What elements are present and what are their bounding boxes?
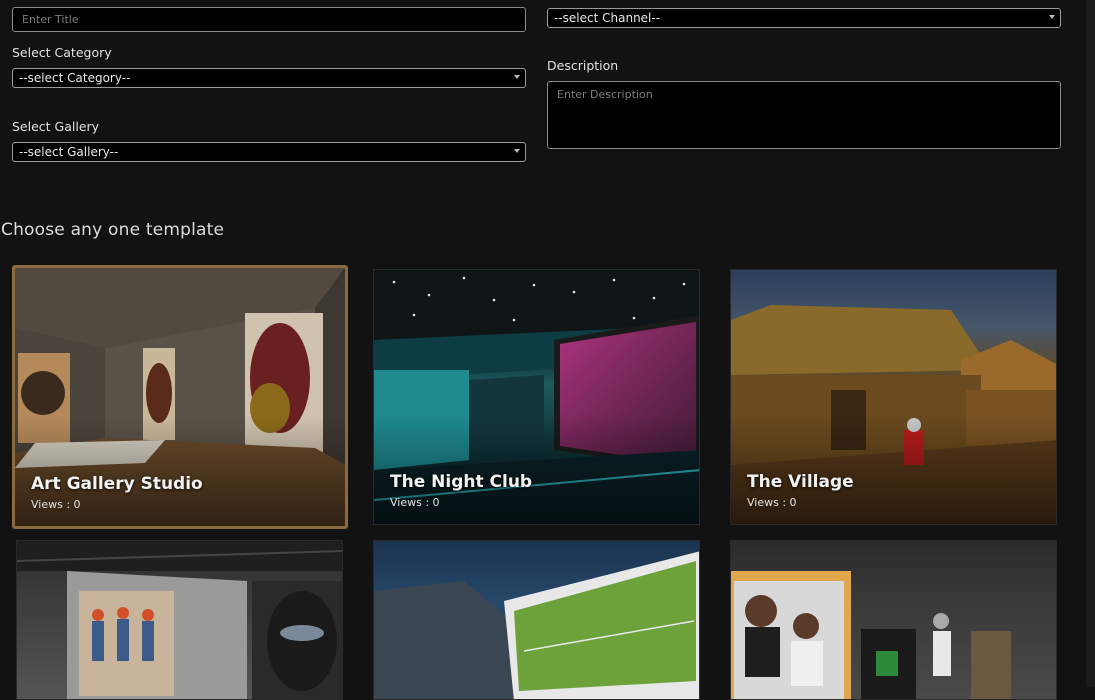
card-title: The Night Club <box>390 472 533 492</box>
category-select-value: --select Category-- <box>19 71 131 85</box>
chevron-down-icon <box>1049 15 1055 19</box>
template-thumbnail <box>17 541 342 699</box>
template-card-the-night-club[interactable]: The Night Club Views : 0 <box>373 269 700 525</box>
description-textarea[interactable] <box>547 81 1061 149</box>
channel-select-value: --select Channel-- <box>554 11 661 25</box>
card-title: The Village <box>747 472 854 492</box>
template-card-6[interactable] <box>730 540 1057 700</box>
chevron-down-icon <box>514 149 520 153</box>
template-thumbnail <box>731 541 1056 699</box>
template-card-5[interactable] <box>373 540 700 700</box>
template-card-4[interactable] <box>16 540 343 700</box>
gallery-select[interactable]: --select Gallery-- <box>12 142 526 162</box>
page-scrollbar[interactable] <box>1086 0 1095 687</box>
title-input[interactable] <box>12 7 526 32</box>
gallery-label: Select Gallery <box>12 119 100 134</box>
gallery-select-value: --select Gallery-- <box>19 145 119 159</box>
card-views: Views : 0 <box>747 496 797 509</box>
template-thumbnail <box>374 541 699 699</box>
chevron-down-icon <box>514 75 520 79</box>
template-card-art-gallery-studio[interactable]: Art Gallery Studio Views : 0 <box>12 265 348 529</box>
category-label: Select Category <box>12 45 112 60</box>
card-views: Views : 0 <box>390 496 440 509</box>
template-card-the-village[interactable]: The Village Views : 0 <box>730 269 1057 525</box>
templates-heading: Choose any one template <box>1 220 225 240</box>
channel-select[interactable]: --select Channel-- <box>547 8 1061 28</box>
description-label: Description <box>547 58 619 73</box>
category-select[interactable]: --select Category-- <box>12 68 526 88</box>
card-title: Art Gallery Studio <box>31 474 203 494</box>
card-views: Views : 0 <box>31 498 81 511</box>
